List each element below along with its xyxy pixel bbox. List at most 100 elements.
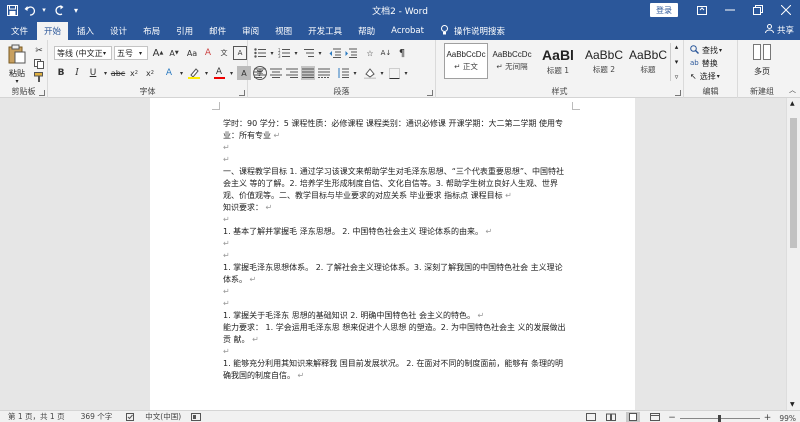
tab-insert[interactable]: 插入 [70,22,101,40]
style-title[interactable]: AaBbC 标题 [626,43,670,79]
close-icon[interactable] [772,0,800,20]
styles-dialog-launcher[interactable] [675,90,681,96]
multipage-button[interactable]: 多页 [744,44,780,78]
customize-toolbar-icon[interactable]: ▾ [68,2,84,18]
align-right-icon[interactable] [285,66,299,80]
read-mode-icon[interactable] [606,413,617,422]
tab-mailings[interactable]: 邮件 [202,22,233,40]
distributed-icon[interactable] [317,66,331,80]
align-center-icon[interactable] [269,66,283,80]
document-paragraph[interactable]: 1. 掌握关于毛泽东 思想的基础知识 2. 明确中国特色社 会主义的特色。 ↵ [223,310,568,322]
redo-icon[interactable] [50,2,66,18]
document-paragraph[interactable]: ↵ [223,154,568,166]
justify-icon[interactable] [301,66,315,80]
document-paragraph[interactable]: ↵ [223,238,568,250]
font-color-dropdown-icon[interactable]: ▾ [228,66,235,80]
increase-indent-icon[interactable] [344,46,358,60]
tab-acrobat[interactable]: Acrobat [384,22,431,40]
superscript-icon[interactable]: x2 [143,66,157,80]
strikethrough-icon[interactable]: abc [111,66,125,80]
show-formatting-marks-icon[interactable]: ¶ [395,46,409,60]
shading-dropdown-icon[interactable]: ▾ [379,66,385,80]
line-spacing-icon[interactable] [336,66,350,80]
document-paragraph[interactable]: 一、课程教学目标 1. 通过学习该课文来帮助学生对毛泽东思想、“三个代表重要思想… [223,166,568,202]
font-size-combo[interactable]: 五号 ▾ [114,46,148,60]
multilevel-dropdown-icon[interactable]: ▾ [317,46,323,60]
collapse-ribbon-icon[interactable]: ︿ [789,85,796,95]
cut-icon[interactable]: ✂ [32,44,46,58]
ribbon-display-options-icon[interactable] [688,0,716,20]
line-spacing-dropdown-icon[interactable]: ▾ [352,66,358,80]
paste-button[interactable]: 粘贴 ▾ [5,44,29,85]
underline-icon[interactable]: U [86,66,100,80]
zoom-in-icon[interactable]: + [764,413,772,422]
login-button[interactable]: 登录 [650,3,678,17]
word-count-status[interactable]: 369 个字 [81,411,113,422]
sort-icon[interactable]: A↓ [379,46,393,60]
document-paragraph[interactable]: 1. 基本了解并掌握毛 泽东思想。 2. 中国特色社会主义 理论体系的由来。 ↵ [223,226,568,238]
tab-file[interactable]: 文件 [4,22,35,40]
scrollbar-thumb[interactable] [790,118,797,248]
highlight-dropdown-icon[interactable]: ▾ [203,66,210,80]
scroll-up-icon[interactable]: ▲ [790,100,795,107]
bullets-dropdown-icon[interactable]: ▾ [269,46,275,60]
zoom-out-icon[interactable]: − [668,413,676,422]
styles-scroll-down-icon[interactable]: ▾ [675,58,679,66]
document-paragraph[interactable]: 知识要求： ↵ [223,202,568,214]
minimize-icon[interactable] [716,0,744,20]
font-dialog-launcher[interactable] [239,90,245,96]
shrink-font-icon[interactable]: A ▼ [167,46,181,60]
borders-dropdown-icon[interactable]: ▾ [403,66,409,80]
select-button[interactable]: ↖ 选择 ▾ [690,70,720,82]
style-normal[interactable]: AaBbCcDc ↵ 正文 [444,43,488,79]
document-paragraph[interactable]: ↵ [223,298,568,310]
font-name-dropdown-icon[interactable]: ▾ [103,50,111,57]
document-paragraph[interactable]: ↵ [223,250,568,262]
replace-button[interactable]: ab 替换 [690,57,718,69]
tab-design[interactable]: 设计 [103,22,134,40]
proofing-icon[interactable] [126,412,135,421]
focus-mode-icon[interactable] [586,413,597,422]
numbering-dropdown-icon[interactable]: ▾ [293,46,299,60]
highlight-icon[interactable] [187,66,201,80]
style-heading-2[interactable]: AaBbC 标题 2 [582,43,626,79]
phonetic-guide-icon[interactable]: 文 [217,46,231,60]
clipboard-dialog-launcher[interactable] [39,90,45,96]
tab-developer[interactable]: 开发工具 [301,22,349,40]
text-effects-icon[interactable]: A [162,66,176,80]
restore-icon[interactable] [744,0,772,20]
character-border-icon[interactable]: A [233,46,247,60]
page-count-status[interactable]: 第 1 页，共 1 页 [8,411,65,422]
copy-icon[interactable] [32,57,46,71]
document-paragraph[interactable]: ↵ [223,286,568,298]
bold-icon[interactable]: B [54,66,68,80]
document-page[interactable]: 学时：90 学分：5 课程性质：必修课程 课程类别：通识必修课 开课学期：大二第… [150,98,635,410]
tab-review[interactable]: 审阅 [235,22,266,40]
print-layout-icon[interactable] [626,412,641,422]
borders-icon[interactable] [387,66,401,80]
styles-scroll-up-icon[interactable]: ▴ [675,43,679,51]
styles-more-icon[interactable]: ▿ [675,73,679,81]
numbering-icon[interactable]: 123 [277,46,291,60]
tab-layout[interactable]: 布局 [136,22,167,40]
format-painter-icon[interactable] [32,70,46,84]
tab-view[interactable]: 视图 [268,22,299,40]
font-name-combo[interactable]: 等线 (中文正) ▾ [54,46,112,60]
italic-icon[interactable]: I [70,66,84,80]
subscript-icon[interactable]: x2 [127,66,141,80]
font-size-dropdown-icon[interactable]: ▾ [139,50,147,57]
tell-me-search[interactable]: 操作说明搜索 [440,22,505,40]
document-paragraph[interactable]: 学时：90 学分：5 课程性质：必修课程 课程类别：通识必修课 开课学期：大二第… [223,118,568,142]
shading-icon[interactable] [363,66,377,80]
web-layout-icon[interactable] [650,413,661,422]
scroll-down-icon[interactable]: ▼ [790,401,795,408]
undo-dropdown-icon[interactable]: ▾ [40,2,48,18]
document-paragraph[interactable]: 1. 能够充分利用其知识来解释我 国目前发展状况。 2. 在面对不同的制度面前，… [223,358,568,382]
document-body[interactable]: 学时：90 学分：5 课程性质：必修课程 课程类别：通识必修课 开课学期：大二第… [223,118,568,382]
document-paragraph[interactable]: ↵ [223,214,568,226]
clear-formatting-icon[interactable]: A [201,46,215,60]
font-color-icon[interactable]: A [212,66,226,80]
find-button[interactable]: 查找 ▾ [690,44,722,56]
align-left-icon[interactable] [253,66,267,80]
vertical-scrollbar[interactable]: ▲ ▼ [786,98,800,410]
